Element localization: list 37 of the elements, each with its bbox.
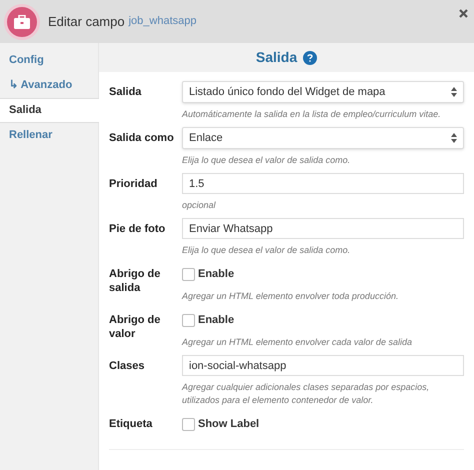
sidebar-tab[interactable]: Config — [0, 48, 98, 73]
text-field[interactable]: ion-social-whatsapp — [182, 355, 464, 376]
help-text: Elija lo que desea el valor de salida como. — [182, 244, 352, 257]
help-text: opcional — [182, 199, 217, 212]
help-text: Agregar un HTML elemento envolver cada valor de salida — [182, 336, 413, 349]
sidebar-tab[interactable]: Salida — [0, 98, 99, 123]
help-icon[interactable] — [303, 50, 318, 64]
select-arrows-icon — [451, 87, 457, 97]
section-title: Salida — [256, 48, 298, 67]
close-icon[interactable] — [459, 9, 468, 18]
field-label: Abrigo de valor — [109, 313, 162, 342]
field-label: Etiqueta — [109, 417, 154, 432]
briefcase-icon — [4, 4, 40, 40]
checkbox[interactable] — [182, 314, 195, 326]
field-label: Salida como — [109, 131, 175, 146]
select-arrows-icon — [451, 133, 457, 143]
enable-checkbox[interactable]: Enable — [182, 263, 464, 285]
help-text: Agregar un HTML elemento envolver toda producción. — [182, 290, 400, 303]
checkbox[interactable] — [182, 418, 195, 430]
select-field[interactable]: Enlace — [182, 127, 464, 149]
help-text: Elija lo que desea el valor de salida como. — [182, 154, 352, 167]
sidebar-tab[interactable]: ↳ Avanzado — [0, 73, 98, 98]
field-label: Pie de foto — [109, 222, 166, 237]
help-text: Automáticamente la salida en la lista de empleo/curriculum vitae. — [182, 108, 442, 121]
select-field[interactable]: Listado único fondo del Widget de mapa — [182, 81, 464, 103]
modal-title: Editar campo — [48, 12, 125, 31]
text-field[interactable]: 1.5 — [182, 173, 464, 194]
checkbox[interactable] — [182, 268, 195, 280]
field-label: Salida — [109, 85, 142, 100]
text-field[interactable]: Enviar Whatsapp — [182, 218, 464, 239]
help-text: Agregar cualquier adicionales clases separadas por espacios, utilizados para el elemento contenedor de valor. — [182, 381, 430, 407]
field-label: Prioridad — [109, 177, 158, 192]
field-label: Abrigo de salida — [109, 267, 162, 296]
enable-checkbox[interactable]: Show Label — [182, 413, 464, 435]
field-label: Clases — [109, 359, 146, 374]
sidebar-tab[interactable]: Rellenar — [0, 123, 98, 148]
enable-checkbox[interactable]: Enable — [182, 309, 464, 331]
